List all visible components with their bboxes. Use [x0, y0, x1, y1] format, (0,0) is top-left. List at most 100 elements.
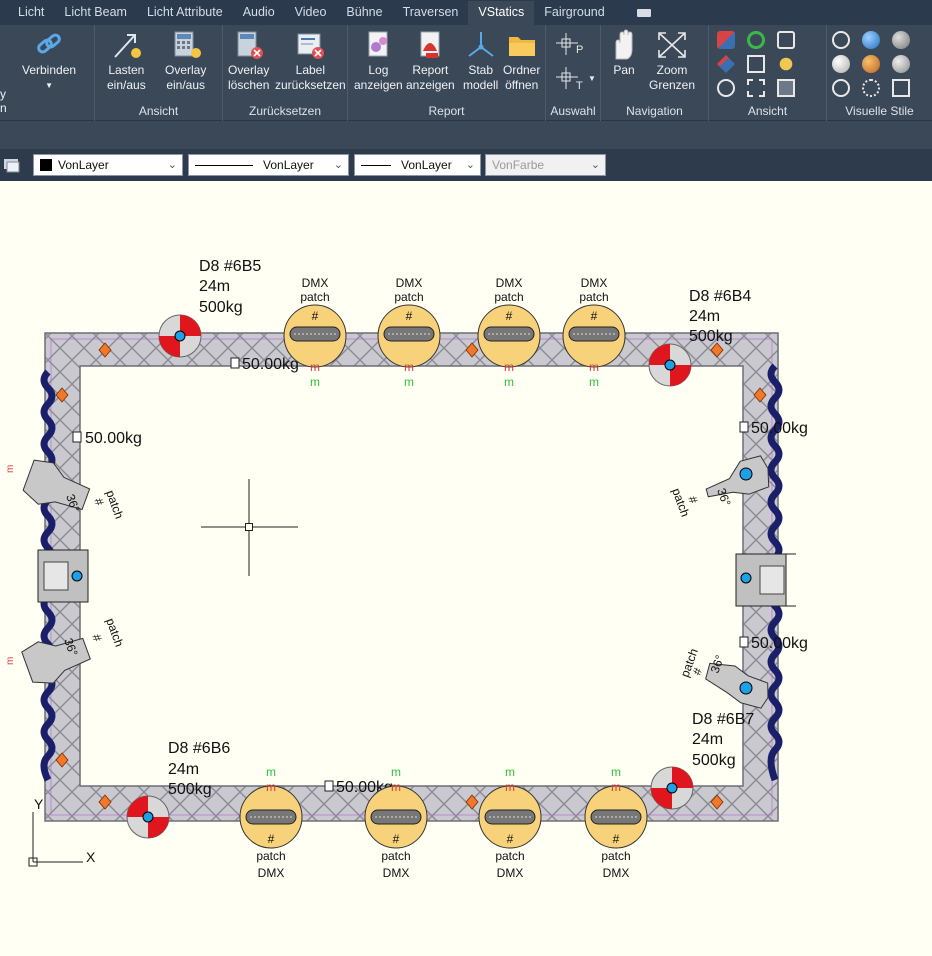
- style-edges-icon[interactable]: [892, 79, 910, 97]
- speaker-left[interactable]: [37, 549, 89, 603]
- cad-drawing[interactable]: D8 #6B5 24m 500kg D8 #6B4 24m 500kg D8 #…: [0, 181, 932, 956]
- hoist-label-length: 24m: [168, 761, 199, 778]
- lineweight-preview: [361, 164, 391, 166]
- log-gears-icon: [368, 31, 388, 57]
- fixture-hash: #: [393, 832, 400, 846]
- style-wireframe-icon[interactable]: [832, 79, 850, 97]
- properties-toolbar: VonLayer ⌄ VonLayer ⌄ VonLayer ⌄ VonFarb…: [0, 149, 932, 181]
- ucs-x-label: X: [86, 849, 96, 865]
- overlay-loeschen-button[interactable]: Overlay löschen: [228, 29, 269, 93]
- report-anzeigen-button[interactable]: Report anzeigen: [406, 29, 455, 93]
- view-direction-icon[interactable]: [717, 55, 735, 73]
- fixture-m-label: m: [589, 375, 599, 389]
- fixture-patch-label: patch: [495, 849, 524, 863]
- plotstyle-dropdown[interactable]: VonFarbe ⌄: [485, 154, 606, 176]
- pan-button[interactable]: Pan: [607, 29, 641, 78]
- zoom-grenzen-button[interactable]: Zoom Grenzen: [649, 29, 695, 93]
- tab-video[interactable]: Video: [285, 1, 337, 25]
- style-conceptual-icon[interactable]: [862, 55, 880, 73]
- moving-head-fixture[interactable]: # patch DMX m m: [584, 765, 648, 880]
- tab-vstatics[interactable]: VStatics: [468, 1, 535, 25]
- zoom-grenzen-label: Zoom Grenzen: [649, 63, 696, 92]
- named-views-icon[interactable]: [747, 55, 765, 73]
- fixture-m-label: m: [404, 375, 414, 389]
- select-point-icon[interactable]: P: [554, 31, 588, 64]
- style-realistic-icon[interactable]: [862, 31, 880, 49]
- panel-title-visuelle-stile: Visuelle Stile: [845, 104, 914, 118]
- fixture-patch-label: patch: [494, 290, 523, 304]
- style-xray-icon[interactable]: [892, 31, 910, 49]
- lineweight-dropdown[interactable]: VonLayer ⌄: [354, 154, 481, 176]
- fixture-patch-label: patch: [601, 849, 630, 863]
- fixture-patch-label: patch: [103, 488, 126, 520]
- hoist-6b5[interactable]: [158, 314, 202, 358]
- hoist-label-name: D8 #6B6: [168, 740, 230, 757]
- moving-head-fixture[interactable]: # DMX patch m m: [477, 276, 541, 389]
- verbinden-button[interactable]: Verbinden ▼: [22, 29, 76, 93]
- moving-head-fixture[interactable]: # DMX patch m m: [377, 276, 441, 389]
- calculator-delete-icon: [237, 31, 263, 59]
- panel-title-auswahl: Auswahl: [550, 104, 596, 118]
- camera-icon[interactable]: [777, 31, 795, 49]
- log-anzeigen-button[interactable]: Log anzeigen: [354, 29, 403, 93]
- ordner-oeffnen-button[interactable]: Ordner öffnen: [503, 29, 540, 93]
- crosshair-cursor: [201, 479, 298, 576]
- overlay-toggle-button[interactable]: Overlay ein/aus: [165, 29, 206, 93]
- color-swatch: [40, 159, 52, 171]
- panel-visuelle-stile: Visuelle Stile: [827, 25, 932, 121]
- style-shaded-icon[interactable]: [892, 55, 910, 73]
- tab-licht[interactable]: Licht: [8, 1, 54, 25]
- lasten-button[interactable]: Lasten ein/aus: [107, 29, 146, 93]
- truncated-button-fragment[interactable]: yn: [0, 87, 7, 115]
- point-load[interactable]: 50.00kg: [739, 420, 808, 437]
- truss-outer-edge: [44, 332, 779, 822]
- tab-traversen[interactable]: Traversen: [393, 1, 469, 25]
- chevron-down-icon: ⌄: [465, 159, 475, 171]
- refresh-icon[interactable]: [747, 31, 765, 49]
- layer-stack-icon[interactable]: [2, 156, 22, 174]
- speaker-right[interactable]: [735, 553, 796, 607]
- label-delete-icon: [297, 33, 325, 59]
- style-hidden-icon[interactable]: [832, 55, 850, 73]
- point-load[interactable]: 50.00kg: [72, 430, 142, 447]
- light-icon[interactable]: [779, 57, 793, 71]
- hoist-6b6[interactable]: [126, 795, 170, 839]
- fixture-patch-label: patch: [300, 290, 329, 304]
- fixture-hash: #: [506, 309, 513, 323]
- hoist-6b7[interactable]: [650, 766, 694, 810]
- tab-buehne[interactable]: Bühne: [336, 1, 392, 25]
- color-dropdown[interactable]: VonLayer ⌄: [33, 154, 183, 176]
- style-sketchy-icon[interactable]: [862, 79, 880, 97]
- moving-head-fixture[interactable]: # patch DMX m m: [478, 765, 542, 880]
- tab-licht-attribute[interactable]: Licht Attribute: [137, 1, 233, 25]
- linetype-dropdown[interactable]: VonLayer ⌄: [188, 154, 349, 176]
- moving-head-fixture[interactable]: # DMX patch m m: [562, 276, 626, 389]
- point-load[interactable]: 50.00kg: [230, 356, 299, 373]
- truss-inner-edge: [79, 365, 744, 787]
- orbit-icon[interactable]: [717, 79, 735, 97]
- viewport-icon[interactable]: [747, 79, 765, 97]
- drawing-canvas[interactable]: D8 #6B5 24m 500kg D8 #6B4 24m 500kg D8 #…: [0, 181, 932, 956]
- overlay-toggle-label: Overlay ein/aus: [165, 63, 207, 92]
- select-type-icon[interactable]: T ▼: [554, 65, 596, 98]
- viewcube-icon[interactable]: [717, 31, 735, 49]
- frame-icon[interactable]: [777, 79, 795, 97]
- panel-ansicht: Lasten ein/aus Overlay ein/aus Ansicht: [95, 25, 223, 121]
- style-2d-icon[interactable]: [832, 31, 850, 49]
- tab-licht-beam[interactable]: Licht Beam: [54, 1, 137, 25]
- hand-icon: [615, 29, 633, 60]
- moving-head-fixture[interactable]: # patch DMX m m: [239, 765, 303, 880]
- stab-modell-button[interactable]: Stab modell: [463, 29, 498, 93]
- point-load[interactable]: 50.00kg: [739, 635, 808, 652]
- fixture-dmx-label: DMX: [603, 866, 630, 880]
- tab-audio[interactable]: Audio: [233, 1, 285, 25]
- point-load-value: 50.00kg: [751, 420, 808, 437]
- label-zuruecksetzen-button[interactable]: Label zurücksetzen: [275, 29, 346, 93]
- truss-frame[interactable]: [45, 333, 778, 821]
- point-load-value: 50.00kg: [242, 356, 299, 373]
- plotstyle-value: VonFarbe: [492, 158, 545, 172]
- ribbon-options-icon[interactable]: [636, 8, 651, 17]
- hoist-6b4[interactable]: [648, 343, 692, 387]
- tab-fairground[interactable]: Fairground: [534, 1, 614, 25]
- hoist-label-name: D8 #6B7: [692, 711, 754, 728]
